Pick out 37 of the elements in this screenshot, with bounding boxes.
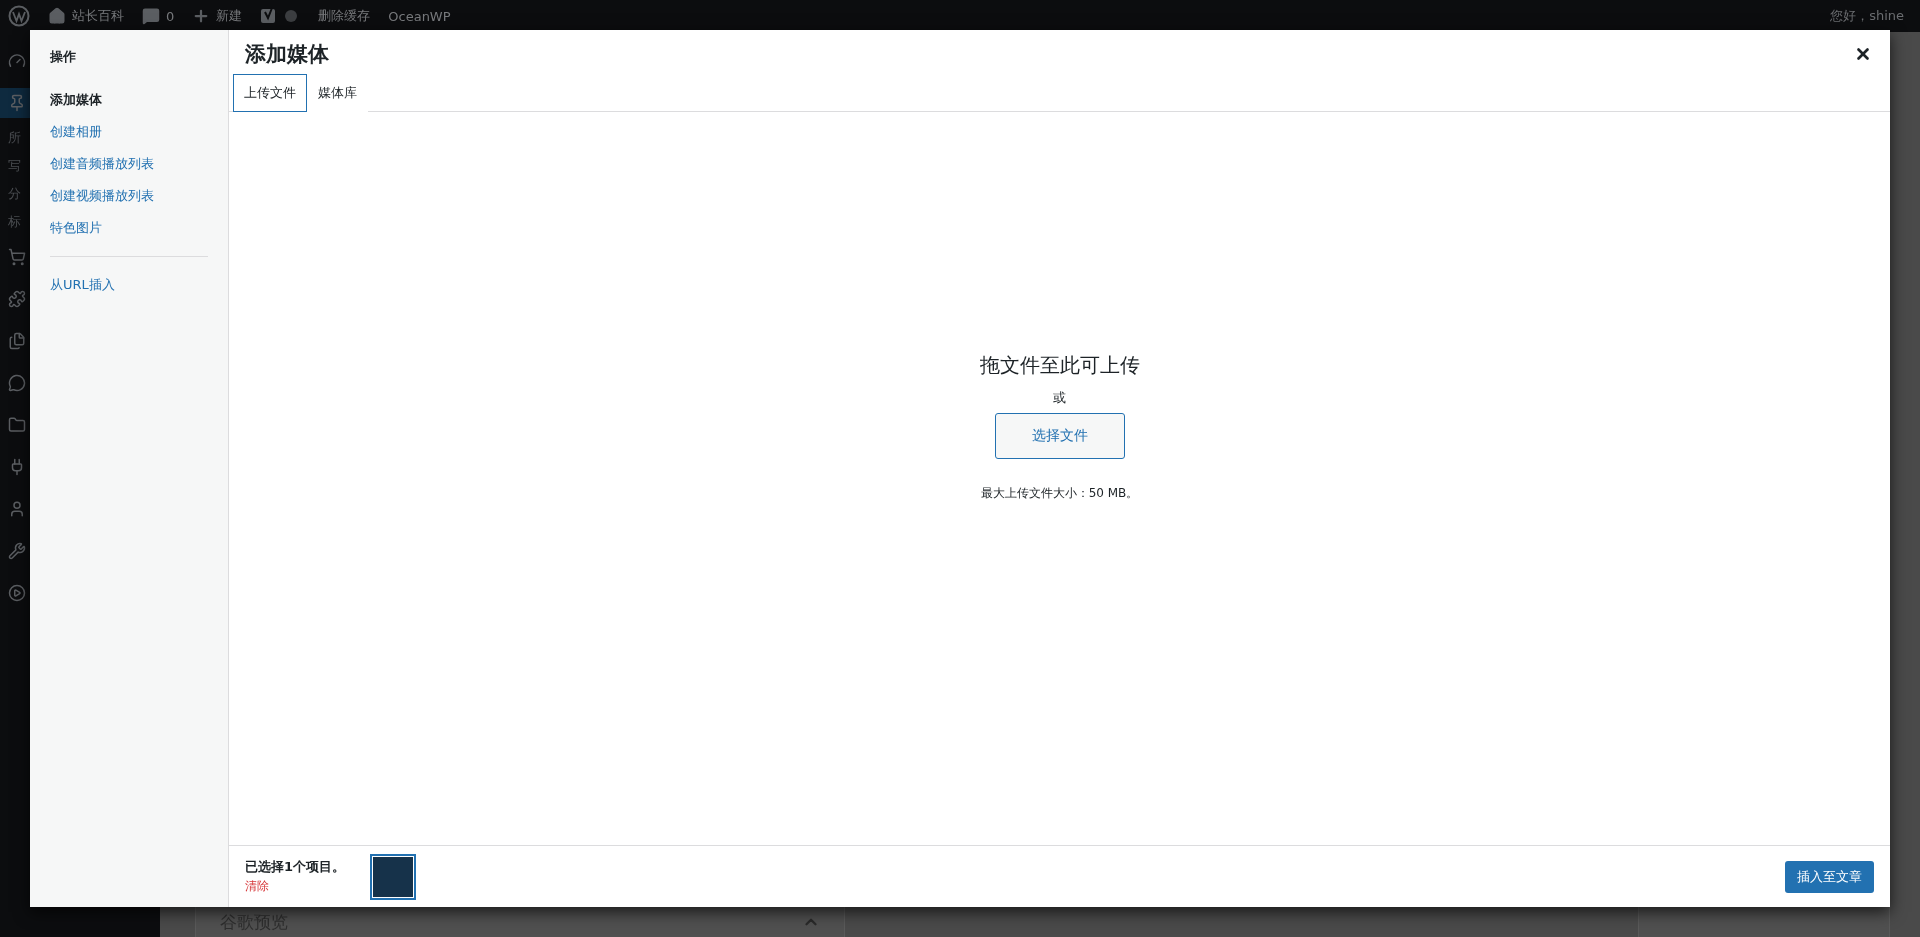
max-size-text: 最大上传文件大小：50 MB。 bbox=[980, 485, 1139, 502]
admin-bar-item[interactable]: 新建 bbox=[192, 7, 243, 25]
folder-icon[interactable] bbox=[8, 416, 26, 434]
close-icon bbox=[1854, 45, 1872, 63]
menu-item[interactable]: 创建音频播放列表 bbox=[50, 148, 208, 180]
selection-count: 已选择1个项目。 bbox=[245, 858, 347, 876]
menu-heading: 操作 bbox=[50, 48, 77, 66]
dashboard-icon[interactable] bbox=[8, 52, 26, 70]
menu-item[interactable]: 添加媒体 bbox=[50, 84, 208, 116]
admin-bar-item[interactable]: 0 bbox=[142, 7, 175, 25]
user-icon[interactable] bbox=[8, 500, 26, 518]
admin-bar-item[interactable]: 站长百科 bbox=[48, 7, 124, 25]
drop-instructions: 拖文件至此可上传 bbox=[979, 352, 1140, 379]
selected-thumbnail[interactable] bbox=[370, 853, 416, 900]
pages-icon[interactable] bbox=[8, 332, 26, 350]
menu-item[interactable]: 创建视频播放列表 bbox=[50, 180, 208, 212]
menu-item[interactable]: 从URL插入 bbox=[50, 269, 208, 301]
modal-title: 添加媒体 bbox=[245, 41, 329, 68]
menu-item[interactable]: 特色图片 bbox=[50, 212, 208, 244]
comment-icon[interactable] bbox=[8, 374, 26, 392]
home-icon bbox=[48, 7, 66, 25]
admin-bar-item[interactable]: OceanWP bbox=[388, 8, 451, 24]
admin-bar-item[interactable]: 删除缓存 bbox=[318, 7, 371, 25]
play-icon[interactable] bbox=[8, 584, 26, 602]
comment-icon bbox=[142, 7, 160, 25]
or-text: 或 bbox=[1053, 389, 1066, 407]
pin-icon bbox=[8, 94, 26, 112]
insert-button[interactable]: 插入至文章 bbox=[1785, 860, 1874, 893]
clear-link[interactable]: 清除 bbox=[245, 878, 370, 895]
select-files-button[interactable]: 选择文件 bbox=[994, 413, 1125, 459]
user-greeting[interactable]: 您好，shine bbox=[1830, 7, 1912, 25]
menu-item[interactable]: 创建相册 bbox=[50, 116, 208, 148]
tab[interactable]: 上传文件 bbox=[233, 74, 307, 112]
wordpress-logo-icon[interactable] bbox=[8, 5, 30, 27]
cart-icon[interactable] bbox=[8, 248, 26, 266]
puzzle-icon[interactable] bbox=[8, 290, 26, 308]
wrench-icon[interactable] bbox=[8, 542, 26, 560]
